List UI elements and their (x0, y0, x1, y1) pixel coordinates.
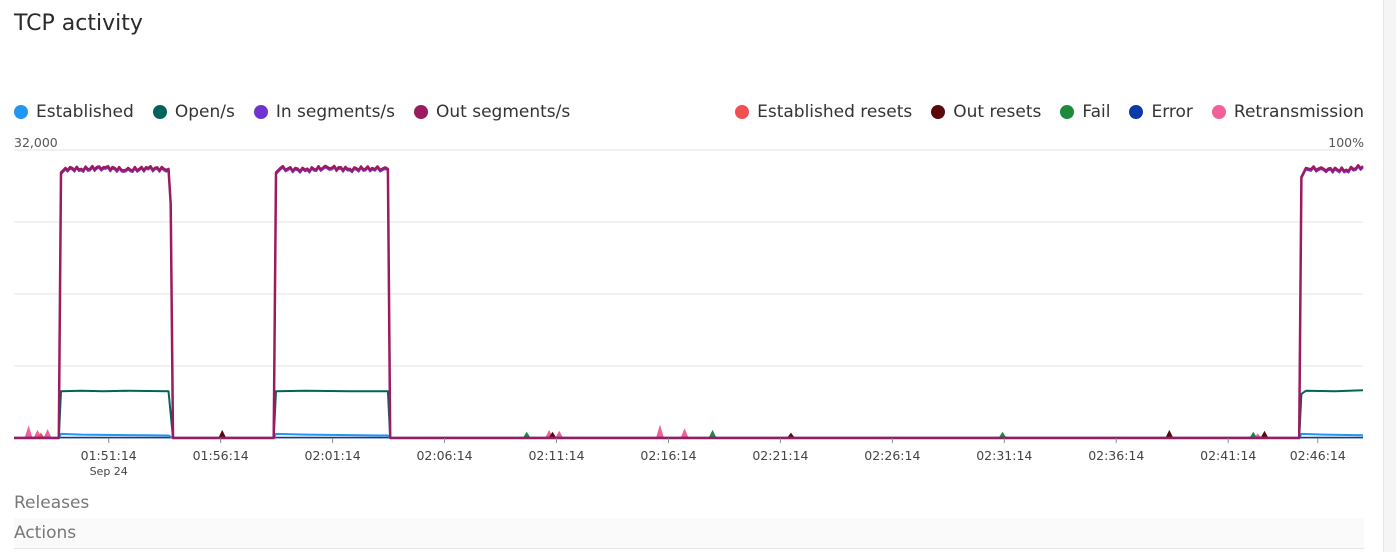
legend-right: Established resets Out resets Fail Error… (735, 102, 1364, 122)
x-tick-label: 01:56:14 (193, 448, 249, 463)
out-resets-dot-icon (931, 105, 946, 119)
legend-item-open-per-sec[interactable]: Open/s (152, 102, 235, 122)
spike-marker-retransmission (655, 424, 664, 438)
tcp-activity-chart[interactable]: 01:51:14 Sep 24 01:56:14 02:01:14 02:06:14 02… (0, 140, 1383, 485)
series-lines (14, 164, 1364, 440)
error-dot-icon (1129, 105, 1144, 119)
legend-label: In segments/s (275, 102, 396, 122)
x-tick-label: 02:36:14 (1088, 448, 1144, 463)
legend-item-error[interactable]: Error (1129, 102, 1193, 122)
legend-label: Established (36, 102, 134, 122)
releases-label: Releases (14, 493, 90, 513)
legend-item-in-segments[interactable]: In segments/s (253, 102, 396, 122)
legend-item-fail[interactable]: Fail (1060, 102, 1110, 122)
series-line-open-s (14, 389, 1364, 439)
x-tick-label: 02:06:14 (416, 448, 472, 463)
established-dot-icon (14, 105, 28, 119)
legend-left: Established Open/s In segments/s Out seg… (14, 102, 589, 122)
spike-marker-retransmission (43, 429, 52, 438)
x-tick-label: 02:41:14 (1200, 448, 1256, 463)
legend-item-established[interactable]: Established (14, 102, 134, 122)
series-line-out-segments-s (14, 164, 1364, 440)
actions-label: Actions (14, 523, 77, 543)
legend-item-out-resets[interactable]: Out resets (931, 102, 1041, 122)
legend-label: Open/s (174, 102, 235, 122)
spike-marker-retransmission (680, 428, 689, 438)
actions-row[interactable]: Actions (14, 518, 1364, 549)
legend-label: Fail (1082, 102, 1111, 122)
x-tick-label: 02:01:14 (305, 448, 361, 463)
x-tick-label: 02:11:14 (528, 448, 584, 463)
series-line-in-segments-s (14, 166, 1364, 439)
legend-label: Error (1151, 102, 1193, 122)
x-tick-label: 02:26:14 (864, 448, 920, 463)
fail-dot-icon (1060, 105, 1075, 119)
in-segments-dot-icon (253, 105, 268, 119)
x-tick-label: 01:51:14 (81, 448, 137, 463)
x-axis: 01:51:14 Sep 24 01:56:14 02:01:14 02:06:14 02… (81, 438, 1346, 478)
grid (14, 149, 1363, 439)
releases-row[interactable]: Releases (14, 488, 1364, 519)
retransmission-dot-icon (1211, 105, 1226, 119)
tcp-activity-panel: TCP activity Established Open/s In segme… (0, 0, 1383, 552)
spike-marker-retransmission (24, 425, 33, 438)
legend-item-retransmission[interactable]: Retransmission (1211, 102, 1364, 122)
x-tick-date-label: Sep 24 (90, 465, 128, 478)
out-segments-dot-icon (414, 105, 429, 119)
legend-item-out-segments[interactable]: Out segments/s (414, 102, 570, 122)
x-tick-label: 02:16:14 (640, 448, 696, 463)
chart-title: TCP activity (14, 11, 143, 36)
spike-markers (24, 424, 1269, 438)
x-tick-label: 02:21:14 (752, 448, 808, 463)
legend-label: Established resets (757, 102, 913, 122)
legend-label: Out segments/s (436, 102, 571, 122)
open-per-sec-dot-icon (152, 105, 167, 119)
x-tick-label: 02:46:14 (1290, 448, 1346, 463)
legend-label: Out resets (953, 102, 1042, 122)
legend-label: Retransmission (1233, 102, 1364, 122)
established-resets-dot-icon (735, 105, 750, 119)
legend-item-established-resets[interactable]: Established resets (735, 102, 912, 122)
scrollbar[interactable] (1383, 0, 1396, 552)
x-tick-label: 02:31:14 (976, 448, 1032, 463)
